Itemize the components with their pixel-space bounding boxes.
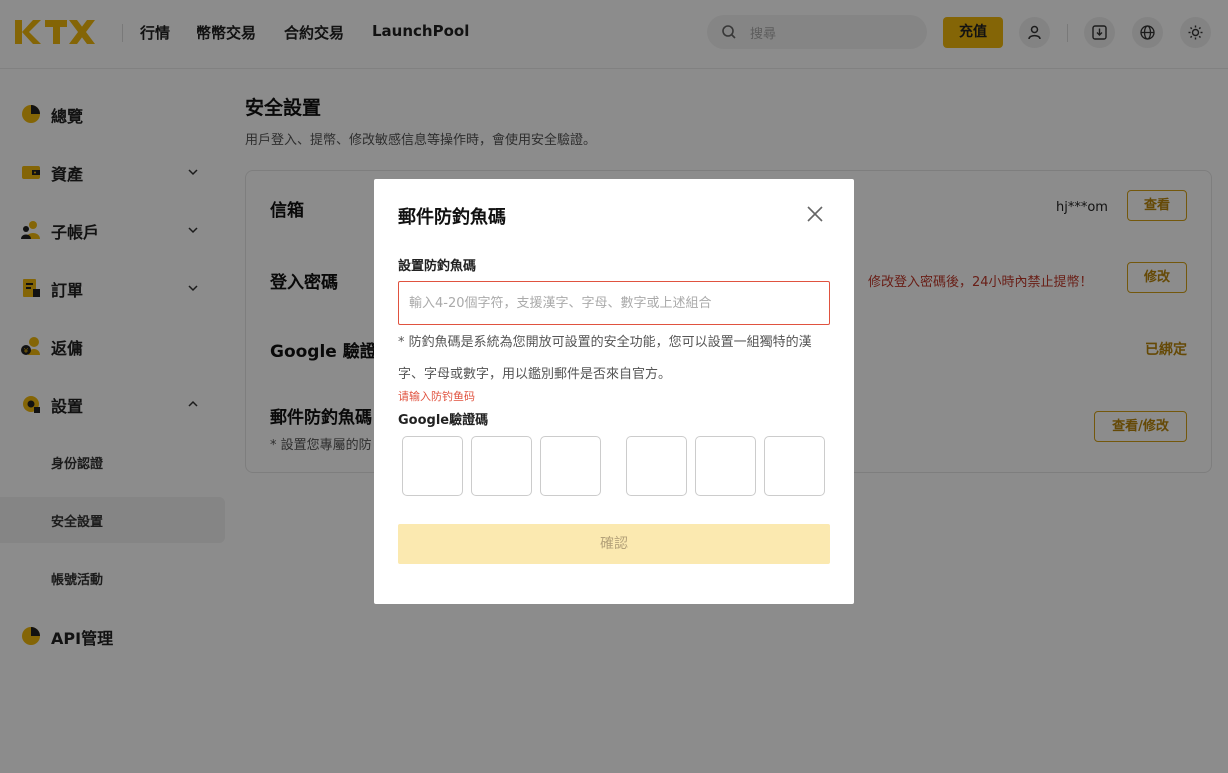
phishing-code-error: 请输入防钓鱼码 <box>398 390 475 403</box>
phishing-code-input[interactable] <box>398 281 830 325</box>
google-code-digit-2[interactable] <box>471 436 532 496</box>
google-code-digit-4[interactable] <box>626 436 687 496</box>
google-code-digit-5[interactable] <box>695 436 756 496</box>
modal-title: 郵件防釣魚碼 <box>398 207 506 228</box>
google-code-label: Google驗證碼 <box>398 413 489 428</box>
google-code-digit-1[interactable] <box>402 436 463 496</box>
phishing-code-label: 設置防釣魚碼 <box>398 259 477 274</box>
phishing-code-hint: * 防釣魚碼是系統為您開放可設置的安全功能，您可以設置一組獨特的漢字、字母或數字… <box>398 335 812 382</box>
google-code-digit-6[interactable] <box>764 436 825 496</box>
close-icon[interactable] <box>806 205 824 223</box>
google-code-digit-3[interactable] <box>540 436 601 496</box>
confirm-button[interactable]: 確認 <box>398 524 830 564</box>
phishing-code-modal: 郵件防釣魚碼 設置防釣魚碼 * 防釣魚碼是系統為您開放可設置的安全功能，您可以設… <box>374 179 854 604</box>
